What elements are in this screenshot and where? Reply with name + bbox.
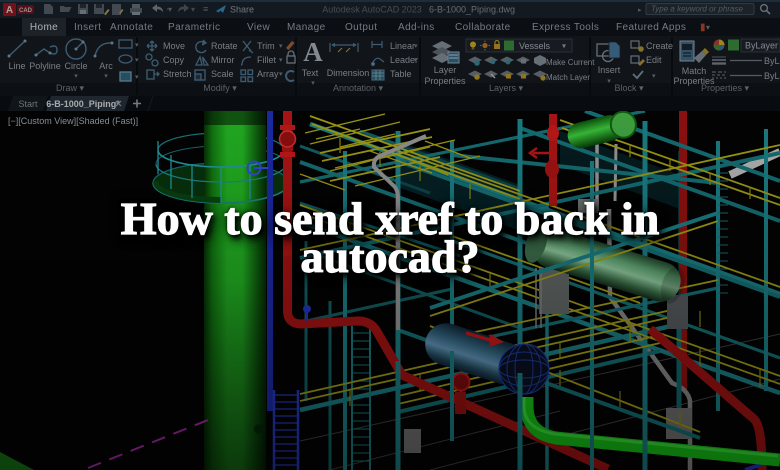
svg-text:Trim: Trim (257, 41, 275, 51)
svg-text:Draw ▾: Draw ▾ (56, 83, 85, 93)
svg-text:ByLay: ByLay (764, 71, 780, 81)
svg-text:▾: ▾ (414, 57, 418, 64)
svg-text:Dimension: Dimension (327, 68, 370, 78)
svg-text:Circle: Circle (64, 61, 87, 71)
svg-text:Block ▾: Block ▾ (614, 83, 644, 93)
svg-text:Vessels: Vessels (519, 41, 551, 51)
svg-text:▾: ▾ (135, 57, 139, 64)
svg-text:▾: ▾ (607, 78, 611, 85)
svg-text:Share: Share (230, 5, 254, 15)
svg-text:CAD: CAD (19, 8, 33, 14)
svg-text:ByLay: ByLay (764, 56, 780, 66)
svg-text:Make Current: Make Current (546, 58, 595, 67)
svg-text:▾: ▾ (168, 5, 172, 14)
svg-text:A: A (6, 5, 13, 16)
svg-text:▾: ▾ (414, 43, 418, 50)
svg-text:A: A (303, 37, 323, 67)
svg-text:Properties: Properties (424, 76, 466, 86)
svg-text:▸: ▸ (638, 7, 642, 14)
svg-text:6-B-1000_Piping*: 6-B-1000_Piping* (46, 99, 120, 109)
svg-text:Arc: Arc (99, 61, 113, 71)
svg-text:Type a keyword or phrase: Type a keyword or phrase (651, 5, 743, 14)
svg-text:Text: Text (302, 68, 319, 78)
svg-text:▾: ▾ (279, 57, 283, 64)
svg-text:Modify ▾: Modify ▾ (203, 83, 237, 93)
svg-text:Scale: Scale (211, 69, 234, 79)
svg-text:▾: ▾ (562, 42, 566, 51)
svg-text:▾: ▾ (652, 73, 656, 80)
svg-text:Stretch: Stretch (163, 69, 192, 79)
svg-text:Line: Line (8, 61, 25, 71)
svg-text:Autodesk AutoCAD 2023: Autodesk AutoCAD 2023 (322, 5, 422, 15)
svg-text:▾: ▾ (279, 71, 283, 78)
svg-text:▾: ▾ (104, 73, 108, 80)
svg-text:Rotate: Rotate (211, 41, 238, 51)
svg-text:▾: ▾ (311, 80, 315, 87)
svg-text:▾: ▾ (74, 73, 78, 80)
svg-text:Move: Move (163, 41, 185, 51)
svg-text:Layers ▾: Layers ▾ (489, 83, 524, 93)
svg-text:Edit: Edit (646, 55, 662, 65)
svg-text:Annotation ▾: Annotation ▾ (333, 83, 384, 93)
svg-text:Linear: Linear (390, 41, 415, 51)
svg-text:Match: Match (682, 66, 707, 76)
svg-text:▾: ▾ (191, 5, 195, 14)
svg-text:Match Layer: Match Layer (546, 73, 590, 82)
svg-text:Layer: Layer (434, 65, 457, 75)
svg-text:6-B-1000_Piping.dwg: 6-B-1000_Piping.dwg (429, 5, 515, 15)
svg-text:Insert: Insert (598, 65, 621, 75)
svg-text:▾: ▾ (279, 43, 283, 50)
svg-text:Mirror: Mirror (211, 55, 235, 65)
svg-text:≡: ≡ (203, 4, 208, 14)
svg-text:Start: Start (18, 99, 38, 109)
svg-text:Create: Create (646, 41, 673, 51)
svg-text:Table: Table (390, 69, 412, 79)
svg-text:Polyline: Polyline (29, 61, 61, 71)
svg-text:[−][Custom View][Shaded (Fast): [−][Custom View][Shaded (Fast)] (8, 116, 138, 126)
svg-text:Copy: Copy (163, 55, 185, 65)
svg-text:ByLayer: ByLayer (745, 41, 778, 51)
svg-text:Array: Array (257, 69, 279, 79)
svg-text:Properties ▾: Properties ▾ (701, 83, 750, 93)
svg-text:▾: ▾ (135, 42, 139, 49)
svg-text:Fillet: Fillet (257, 55, 277, 65)
svg-text:▾: ▾ (135, 74, 139, 81)
